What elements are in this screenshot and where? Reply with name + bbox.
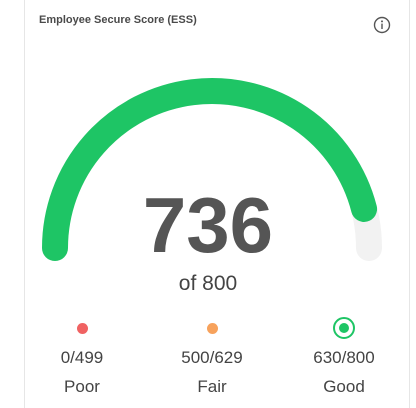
legend-label-fair: Fair <box>197 377 227 396</box>
score-value: 736 <box>142 181 274 269</box>
score-max: of 800 <box>178 272 238 295</box>
info-icon[interactable] <box>373 16 391 34</box>
legend-item-fair: 500/629 Fair <box>152 316 272 397</box>
fair-dot-icon <box>206 322 218 334</box>
legend-range-good: 630/800 <box>313 348 375 367</box>
good-selected-dot-icon <box>333 317 355 339</box>
legend-range-fair: 500/629 <box>181 348 243 367</box>
legend-label-good: Good <box>323 377 365 396</box>
legend-item-good: 630/800 Good <box>284 316 404 397</box>
legend-range-poor: 0/499 <box>60 348 104 367</box>
legend-item-poor: 0/499 Poor <box>22 316 142 397</box>
card-title: Employee Secure Score (ESS) <box>39 14 197 26</box>
poor-dot-icon <box>76 322 88 334</box>
legend-label-poor: Poor <box>64 377 100 396</box>
